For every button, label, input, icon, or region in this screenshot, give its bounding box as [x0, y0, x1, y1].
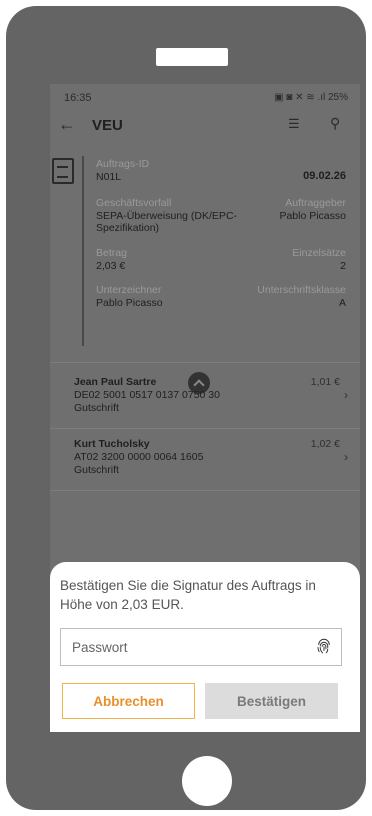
status-indicators: ▣ ◙ ✕ ≋ .ıl 25%: [274, 92, 348, 103]
transaction-amount: 1,01 €: [310, 376, 340, 388]
einzelsaetze-value: 2: [340, 260, 346, 272]
app-bar: ← VEU ☰ ⚲: [50, 112, 360, 140]
confirm-button[interactable]: Bestätigen: [205, 683, 338, 719]
transaction-amount: 1,02 €: [310, 438, 340, 450]
home-button[interactable]: [182, 756, 232, 806]
transaction-name: Jean Paul Sartre: [74, 376, 157, 388]
row-divider: [50, 428, 360, 429]
geschaeftsvorfall-label: Geschäftsvorfall: [96, 197, 172, 209]
transaction-name: Kurt Tucholsky: [74, 438, 150, 450]
unterzeichner-label: Unterzeichner: [96, 284, 162, 296]
einzelsaetze-label: Einzelsätze: [292, 247, 346, 259]
row-divider: [50, 490, 360, 491]
search-icon[interactable]: ⚲: [330, 115, 340, 132]
geschaeftsvorfall-value-2: Spezifikation): [96, 222, 160, 234]
betrag-label: Betrag: [96, 247, 127, 259]
transaction-iban: AT02 3200 0000 0064 1605: [74, 451, 204, 463]
dialog-message: Bestätigen Sie die Signatur des Auftrags…: [60, 578, 316, 612]
unterzeichner-value: Pablo Picasso: [96, 297, 163, 309]
transaction-iban: DE02 5001 0517 0137 0750 30: [74, 389, 220, 401]
betrag-value: 2,03 €: [96, 260, 126, 272]
filter-list-icon[interactable]: ☰: [288, 116, 300, 132]
page-title: VEU: [92, 117, 123, 134]
transaction-type: Gutschrift: [74, 402, 119, 414]
password-field[interactable]: [60, 628, 342, 666]
unterschriftsklasse-value: A: [338, 297, 346, 309]
signature-dialog: Bestätigen Sie die Signatur des Auftrags…: [50, 562, 360, 732]
auftrags-id-label: Auftrags-ID: [96, 158, 150, 170]
password-input[interactable]: [70, 637, 304, 657]
back-arrow-icon[interactable]: ←: [58, 114, 76, 135]
unterschriftsklasse-label: Unterschriftsklasse: [257, 284, 346, 296]
auftrags-id-value: N01L: [96, 171, 122, 183]
chevron-right-icon: ›: [344, 450, 348, 464]
auftraggeber-value: Pablo Picasso: [279, 210, 346, 222]
section-divider: [50, 362, 360, 363]
detail-divider-line: [82, 156, 84, 346]
order-date: 09.02.26: [303, 170, 346, 182]
status-time: 16:35: [64, 92, 92, 104]
transaction-type: Gutschrift: [74, 464, 119, 476]
document-icon: [52, 158, 74, 184]
status-bar: 16:35 ▣ ◙ ✕ ≋ .ıl 25%: [60, 92, 350, 108]
fingerprint-icon[interactable]: [315, 637, 333, 655]
geschaeftsvorfall-value-1: SEPA-Überweisung (DK/EPC-: [96, 210, 238, 222]
auftraggeber-label: Auftraggeber: [285, 197, 346, 209]
cancel-button[interactable]: Abbrechen: [62, 683, 195, 719]
phone-speaker: [156, 48, 228, 66]
chevron-right-icon: ›: [344, 388, 348, 402]
